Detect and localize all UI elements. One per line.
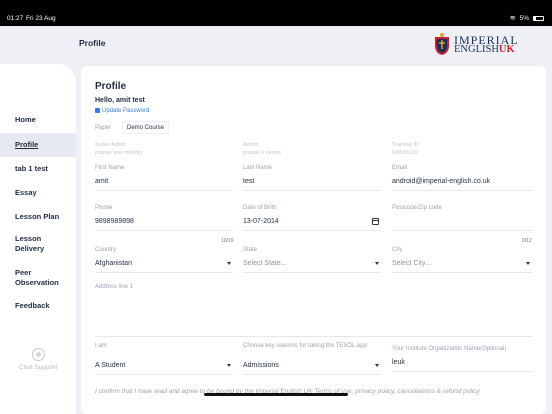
reason-select[interactable]: Admissions: [243, 359, 381, 375]
battery-icon: [533, 15, 544, 21]
sidebar-item-lesson-delivery[interactable]: Lesson Delivery: [0, 234, 62, 254]
state-label: State: [243, 247, 258, 253]
header: Profile IMPERIAL ENGLISHUK: [0, 26, 552, 64]
status-time: 01:27: [7, 15, 24, 22]
sidebar: Home Profile tab 1 test Essay Lesson Pla…: [0, 64, 76, 414]
home-indicator[interactable]: [204, 393, 348, 396]
sidebar-item-essay[interactable]: Essay: [0, 181, 76, 205]
status-bar: 01:27 Fri 23 Aug ≋ 5%: [0, 0, 552, 26]
email-input[interactable]: android@imperial-english.co.uk: [392, 175, 532, 191]
sidebar-item-home[interactable]: Home: [0, 108, 76, 132]
org-label: Your Institute Organization Name(Optiona…: [392, 346, 507, 352]
sidebar-item-label: Lesson Plan: [15, 212, 60, 221]
country-label: Country: [95, 247, 117, 253]
brand-logo: IMPERIAL ENGLISHUK: [433, 32, 543, 60]
profile-title: Profile: [95, 81, 127, 92]
chevron-down-icon: [375, 364, 379, 367]
iam-label: I am: [95, 343, 107, 349]
calendar-icon[interactable]: [372, 218, 379, 225]
city-label: City: [392, 247, 403, 253]
profile-card: Profile Hello, amit test Update Password…: [81, 66, 546, 414]
country-select[interactable]: Afghanistan: [95, 257, 233, 273]
status-date: Fri 23 Aug: [26, 15, 56, 22]
postcode-char-count: 0/12: [522, 238, 532, 244]
iam-select[interactable]: A Student: [95, 359, 233, 375]
last-name-label: Last Name: [243, 165, 273, 171]
city-select[interactable]: Select City...: [392, 257, 532, 273]
sidebar-item-feedback[interactable]: Feedback: [0, 294, 76, 318]
app-screen: 01:27 Fri 23 Aug ≋ 5% Profile IMPERIAL E…: [0, 0, 552, 414]
sidebar-item-profile[interactable]: Profile: [0, 133, 76, 157]
phone-label: Phone: [95, 205, 113, 211]
paper-label: Paper: [95, 125, 112, 131]
status-indicators: ≋ 5%: [510, 14, 544, 22]
sidebar-item-label: Home: [15, 115, 36, 124]
chevron-down-icon: [227, 364, 231, 367]
logo-line2: ENGLISHUK: [454, 44, 515, 55]
sidebar-item-label: tab 1 test: [15, 164, 48, 173]
chat-icon: [31, 348, 45, 361]
state-select[interactable]: Select State...: [243, 257, 381, 273]
reason-label: Choose key reasons for taking the TESOL …: [243, 343, 367, 349]
sidebar-item-lesson-plan[interactable]: Lesson Plan: [0, 205, 76, 229]
sidebar-item-label: Profile: [15, 140, 39, 149]
page-title: Profile: [79, 38, 106, 48]
battery-percent: 5%: [519, 14, 529, 22]
address-label: Address line 1: [95, 284, 134, 290]
lock-icon: [95, 108, 100, 113]
chevron-down-icon: [227, 262, 231, 265]
sidebar-item-label: Essay: [15, 188, 37, 197]
postcode-input[interactable]: [392, 215, 532, 231]
wifi-icon: ≋: [509, 15, 516, 22]
dob-label: Date of Birth: [243, 205, 277, 211]
sidebar-item-label: Feedback: [15, 301, 50, 310]
greeting: Hello, amit test: [95, 97, 145, 104]
chevron-down-icon: [526, 262, 530, 265]
email-label: Email: [392, 165, 408, 171]
first-name-input[interactable]: amit: [95, 175, 233, 191]
update-password-link[interactable]: Update Password: [95, 108, 149, 114]
super-admin-field: Super Admin pranav test ministry: [95, 142, 143, 156]
phone-char-count: 10/19: [221, 238, 234, 244]
chat-support-label: Chat Support: [18, 364, 58, 371]
phone-input[interactable]: 9898989898: [95, 215, 233, 231]
org-input[interactable]: leuk: [392, 356, 532, 372]
chat-support-button[interactable]: Chat Support: [0, 348, 76, 371]
sidebar-item-peer-observation[interactable]: Peer Observation: [0, 268, 62, 288]
sidebar-item-label: Lesson Delivery: [15, 234, 45, 253]
sidebar-item-tab-1-test[interactable]: tab 1 test: [0, 157, 76, 181]
sidebar-item-label: Peer Observation: [15, 268, 59, 287]
last-name-input[interactable]: test: [243, 175, 381, 191]
first-name-label: First Name: [95, 165, 125, 171]
admin-field: Admin pranav 1 centre: [243, 142, 282, 156]
crest-icon: [435, 33, 449, 55]
paper-chip: Demo Course: [122, 121, 170, 134]
postcode-label: Postcode/Zip code: [392, 205, 442, 211]
dob-input[interactable]: 13-07-2014: [243, 215, 381, 231]
address-input[interactable]: [95, 321, 532, 337]
chevron-down-icon: [375, 262, 379, 265]
training-id-field: Training ID DAN5SCK: [392, 142, 419, 156]
